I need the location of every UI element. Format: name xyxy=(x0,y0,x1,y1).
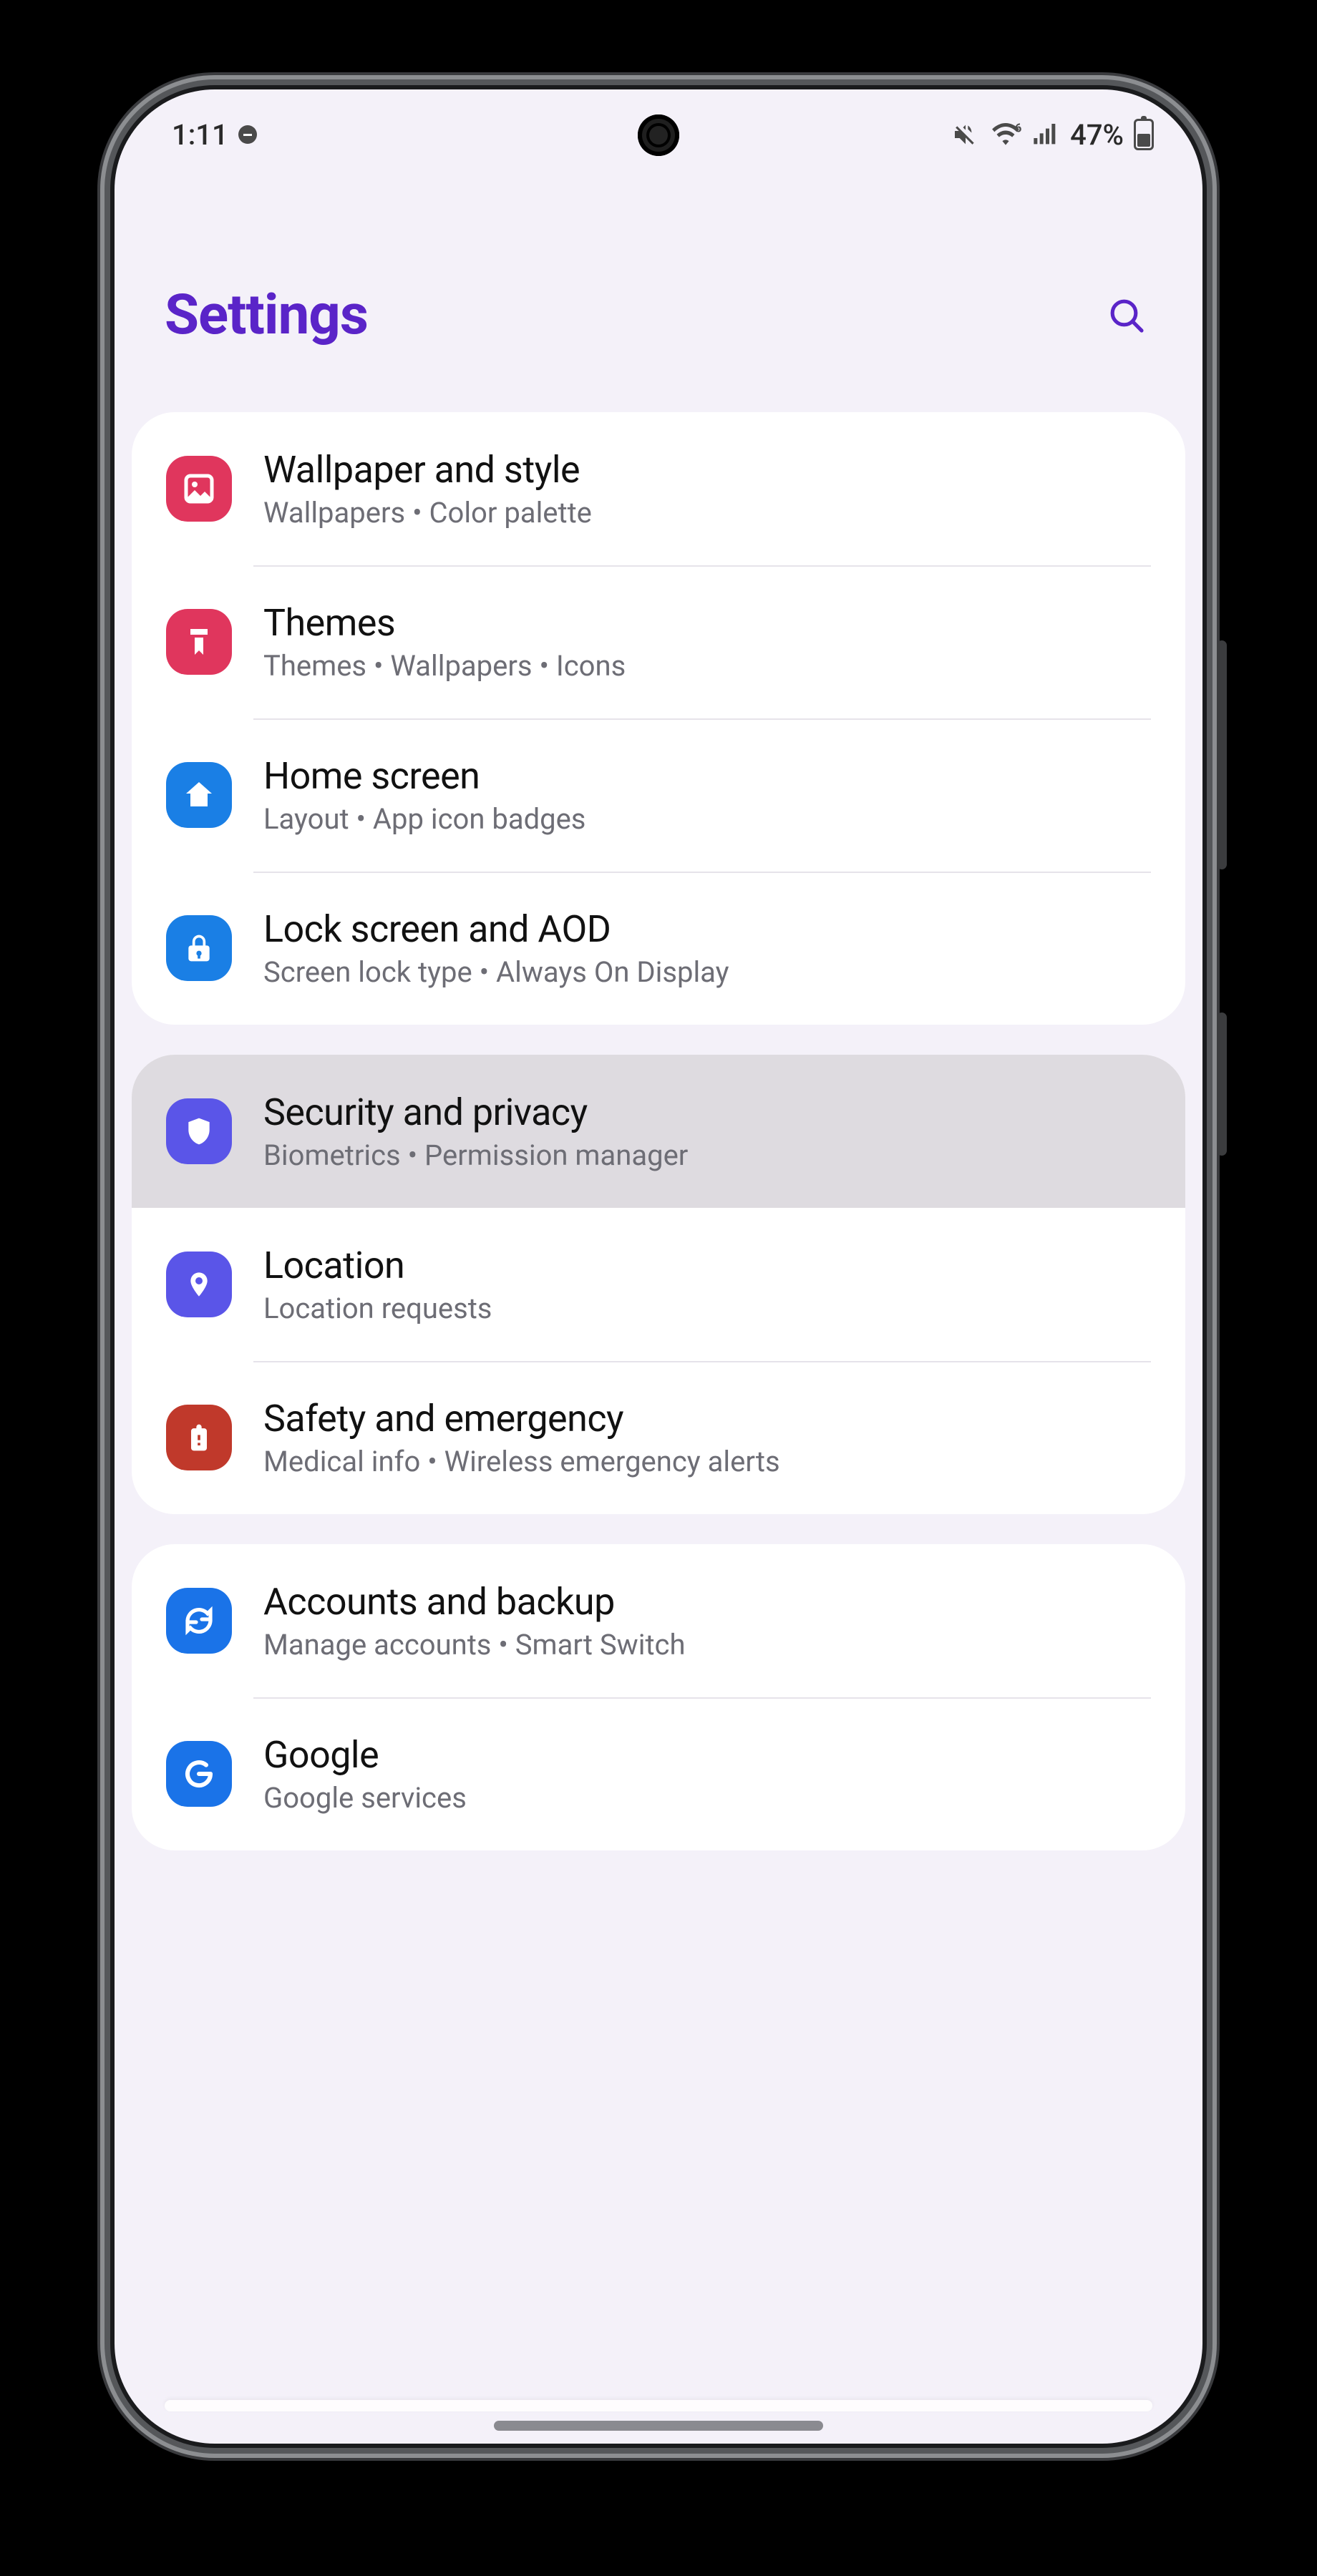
gesture-hint-track xyxy=(165,2400,1152,2411)
dnd-icon xyxy=(238,125,257,144)
svg-text:6: 6 xyxy=(1015,122,1021,135)
google-icon xyxy=(166,1741,232,1807)
status-time: 1:11 xyxy=(172,118,228,152)
home-icon xyxy=(166,762,232,828)
settings-row-location[interactable]: Location Location requests xyxy=(132,1208,1185,1361)
row-title: Location xyxy=(263,1244,492,1287)
row-subtitle: Manage accounts • Smart Switch xyxy=(263,1628,686,1662)
row-subtitle: Layout • App icon badges xyxy=(263,802,585,836)
settings-row-accounts[interactable]: Accounts and backup Manage accounts • Sm… xyxy=(132,1544,1185,1697)
power-button[interactable] xyxy=(1217,1013,1227,1156)
settings-group-display: Wallpaper and style Wallpapers • Color p… xyxy=(132,412,1185,1025)
row-subtitle: Wallpapers • Color palette xyxy=(263,496,592,530)
row-title: Themes xyxy=(263,601,626,645)
device-frame: 1:11 6 47% xyxy=(115,89,1202,2444)
shield-icon xyxy=(166,1098,232,1164)
search-button[interactable] xyxy=(1101,290,1152,341)
page-header: Settings xyxy=(115,161,1202,412)
settings-row-security[interactable]: Security and privacy Biometrics • Permis… xyxy=(132,1055,1185,1208)
settings-row-home[interactable]: Home screen Layout • App icon badges xyxy=(132,718,1185,872)
settings-group-security: Security and privacy Biometrics • Permis… xyxy=(132,1055,1185,1514)
settings-group-accounts: Accounts and backup Manage accounts • Sm… xyxy=(132,1544,1185,1850)
settings-list: Wallpaper and style Wallpapers • Color p… xyxy=(115,412,1202,1879)
wifi-icon: 6 xyxy=(990,120,1021,149)
row-title: Home screen xyxy=(263,754,585,798)
settings-row-wallpaper[interactable]: Wallpaper and style Wallpapers • Color p… xyxy=(132,412,1185,565)
row-subtitle: Themes • Wallpapers • Icons xyxy=(263,649,626,683)
volume-button[interactable] xyxy=(1217,640,1227,869)
signal-icon xyxy=(1031,120,1060,149)
settings-row-themes[interactable]: Themes Themes • Wallpapers • Icons xyxy=(132,565,1185,718)
search-icon xyxy=(1107,296,1147,336)
gesture-nav-bar[interactable] xyxy=(494,2421,823,2431)
location-icon xyxy=(166,1252,232,1317)
safety-icon xyxy=(166,1405,232,1470)
row-title: Wallpaper and style xyxy=(263,448,592,492)
themes-icon xyxy=(166,609,232,675)
row-subtitle: Biometrics • Permission manager xyxy=(263,1138,688,1172)
settings-row-safety[interactable]: Safety and emergency Medical info • Wire… xyxy=(132,1361,1185,1514)
battery-percentage: 47% xyxy=(1070,118,1124,152)
sync-icon xyxy=(166,1588,232,1654)
front-camera xyxy=(638,114,679,156)
battery-icon xyxy=(1134,119,1154,150)
row-subtitle: Medical info • Wireless emergency alerts xyxy=(263,1445,780,1478)
row-title: Safety and emergency xyxy=(263,1397,780,1440)
screen: 1:11 6 47% xyxy=(115,89,1202,2444)
row-title: Accounts and backup xyxy=(263,1580,686,1624)
row-title: Google xyxy=(263,1733,467,1777)
row-title: Security and privacy xyxy=(263,1091,688,1134)
lock-icon xyxy=(166,915,232,981)
page-title: Settings xyxy=(165,283,368,348)
mute-icon xyxy=(951,120,980,149)
settings-row-google[interactable]: Google Google services xyxy=(132,1697,1185,1850)
row-subtitle: Location requests xyxy=(263,1292,492,1325)
wallpaper-icon xyxy=(166,456,232,522)
row-subtitle: Google services xyxy=(263,1781,467,1815)
row-title: Lock screen and AOD xyxy=(263,907,729,951)
row-subtitle: Screen lock type • Always On Display xyxy=(263,955,729,989)
settings-row-lock[interactable]: Lock screen and AOD Screen lock type • A… xyxy=(132,872,1185,1025)
